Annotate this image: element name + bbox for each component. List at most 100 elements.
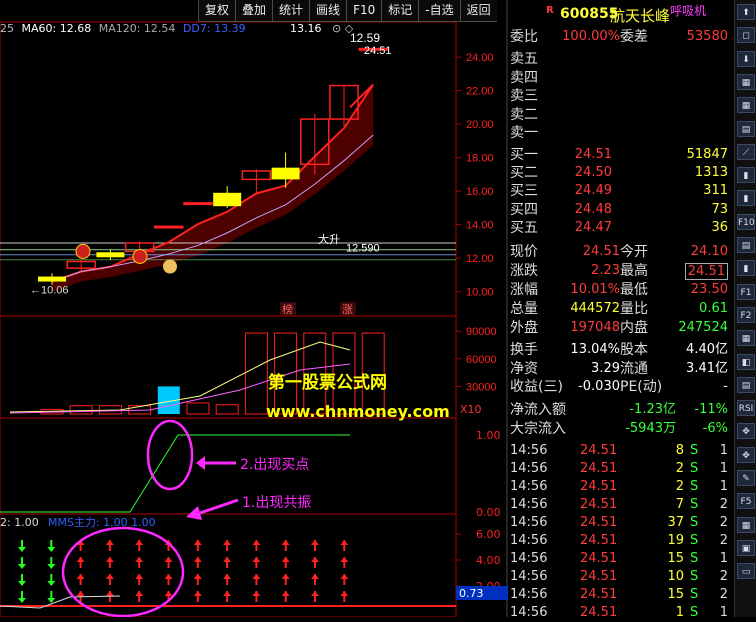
money-bag-icon bbox=[163, 259, 177, 274]
side-tool-icon[interactable]: ▮ bbox=[737, 190, 755, 207]
trade-row[interactable]: 14:56 24.51 2 S 1 bbox=[508, 478, 734, 496]
stock-header: R 600855 航天长峰 呼吸机 bbox=[508, 0, 734, 28]
trade-qty: 2 bbox=[675, 479, 684, 494]
side-tool-icon[interactable]: ◻ bbox=[737, 27, 755, 44]
trade-row[interactable]: 14:56 24.51 1 S 1 bbox=[508, 604, 734, 622]
signal-tick-label: 0.00 bbox=[476, 506, 501, 519]
quote-row: 涨跌 2.23 最高 24.51 bbox=[508, 262, 734, 280]
ma-prefix: 25 bbox=[0, 22, 14, 35]
trade-price: 24.51 bbox=[580, 533, 618, 548]
side-tool-icon[interactable]: ▤ bbox=[737, 237, 755, 253]
fundamental-label: 净资 bbox=[510, 360, 538, 377]
side-tool-icon[interactable]: ▤ bbox=[737, 376, 755, 393]
side-tool-icon[interactable]: F2 bbox=[737, 306, 755, 323]
toolbar-button-2[interactable]: 统计 bbox=[272, 0, 310, 22]
side-tool-icon[interactable]: ▤ bbox=[737, 120, 755, 137]
trade-qty: 19 bbox=[667, 533, 684, 548]
weibi-label: 委比 bbox=[510, 29, 538, 45]
quote-value: 2.23 bbox=[591, 263, 620, 278]
trade-row[interactable]: 14:56 24.51 8 S 1 bbox=[508, 442, 734, 460]
ma-line-arrows[interactable]: ⊙ ◇ bbox=[332, 22, 353, 35]
flow-value: -5943万 bbox=[625, 421, 676, 436]
trade-qty: 2 bbox=[675, 461, 684, 476]
watermark-cn: 第一股票公式网 bbox=[268, 373, 387, 393]
toolbar-button-3[interactable]: 画线 bbox=[309, 0, 347, 22]
quote-row: 现价 24.51 今开 24.10 bbox=[508, 243, 734, 261]
tag-bang: 榜 bbox=[282, 302, 293, 316]
side-tool-icon[interactable]: ⬇ bbox=[737, 50, 755, 67]
trade-side: S bbox=[690, 443, 699, 458]
side-tool-icon[interactable]: ▣ bbox=[737, 539, 755, 556]
quote-label-2: 最高 bbox=[620, 263, 648, 279]
sell-label: 卖二 bbox=[510, 106, 538, 123]
mms-left-value: 2: 1.00 bbox=[0, 516, 39, 529]
candle-body-up bbox=[154, 225, 184, 229]
trade-price: 24.51 bbox=[580, 587, 618, 602]
trade-qty: 7 bbox=[675, 497, 684, 512]
kline-chart[interactable]: 24.00 22.00 20.00 18.00 16.00 14.00 12.00 10.00… bbox=[0, 0, 508, 617]
trade-side: S bbox=[690, 461, 699, 476]
flow-row: 净流入额 -1.23亿 -11% bbox=[508, 401, 734, 419]
quote-label: 外盘 bbox=[510, 320, 538, 336]
side-tool-icon[interactable]: ▦ bbox=[737, 330, 755, 347]
trade-count: 1 bbox=[719, 443, 728, 458]
toolbar-button-4[interactable]: F10 bbox=[346, 0, 382, 22]
toolbar-button-6[interactable]: -自选 bbox=[418, 0, 460, 22]
buy-price: 24.47 bbox=[574, 219, 612, 235]
trade-qty: 8 bbox=[675, 443, 684, 458]
buy-signal-icon bbox=[132, 248, 148, 264]
side-tool-icon[interactable]: ✥ bbox=[737, 446, 755, 463]
side-tool-icon[interactable]: ✎ bbox=[737, 470, 755, 486]
fundamental-label-2: 股本 bbox=[620, 342, 648, 358]
side-tool-icon[interactable]: ▦ bbox=[737, 516, 755, 533]
price-tick-label: 20.00 bbox=[466, 119, 494, 131]
side-tool-icon[interactable]: ✥ bbox=[737, 423, 755, 440]
side-tool-icon[interactable]: F10 bbox=[737, 213, 755, 230]
trade-price: 24.51 bbox=[580, 569, 618, 584]
side-tool-icon[interactable]: ▭ bbox=[737, 563, 755, 580]
side-tool-icon[interactable]: ▦ bbox=[737, 73, 755, 90]
side-tool-icon[interactable]: ▮ bbox=[737, 260, 755, 277]
buy-qty: 1313 bbox=[694, 165, 728, 181]
toolbar-button-5[interactable]: 标记 bbox=[381, 0, 419, 22]
trade-count: 2 bbox=[719, 569, 728, 584]
ma120-label: MA120: 12.54 bbox=[98, 22, 176, 35]
side-tool-icon[interactable]: F1 bbox=[737, 283, 755, 300]
annotation-resonance: 1.出现共振 bbox=[242, 495, 312, 511]
trade-row[interactable]: 14:56 24.51 15 S 2 bbox=[508, 586, 734, 604]
sell-row: 卖二 bbox=[508, 106, 734, 124]
trade-price: 24.51 bbox=[580, 479, 618, 494]
trade-row[interactable]: 14:56 24.51 2 S 1 bbox=[508, 460, 734, 478]
trade-row[interactable]: 14:56 24.51 15 S 1 bbox=[508, 550, 734, 568]
side-tool-icon[interactable]: ▮ bbox=[737, 167, 755, 184]
toolbar-button-1[interactable]: 叠加 bbox=[235, 0, 273, 22]
quote-value-2: 24.51 bbox=[684, 263, 728, 280]
trade-row[interactable]: 14:56 24.51 7 S 2 bbox=[508, 496, 734, 514]
buy-price: 24.49 bbox=[574, 183, 612, 199]
trade-row[interactable]: 14:56 24.51 19 S 2 bbox=[508, 532, 734, 550]
volume-tick-label: 60000 bbox=[466, 354, 497, 366]
quote-label-2: 最低 bbox=[620, 282, 648, 298]
trade-row[interactable]: 14:56 24.51 10 S 2 bbox=[508, 568, 734, 586]
price-tick-label: 10.00 bbox=[466, 287, 494, 299]
toolbar-button-0[interactable]: 复权 bbox=[198, 0, 236, 22]
trade-price: 24.51 bbox=[580, 605, 618, 620]
side-tool-icon[interactable]: ▦ bbox=[737, 97, 755, 114]
side-tool-icon[interactable]: RSI bbox=[737, 400, 755, 417]
trade-row[interactable]: 14:56 24.51 37 S 2 bbox=[508, 514, 734, 532]
signal-tick-label: 1.00 bbox=[476, 429, 501, 442]
trade-price: 24.51 bbox=[580, 515, 618, 530]
fundamental-row: 净资 3.29 流通 3.41亿 bbox=[508, 360, 734, 378]
side-tool-icon[interactable]: ⟋ bbox=[737, 143, 755, 160]
sell-row: 卖四 bbox=[508, 69, 734, 87]
buy-row: 买二 24.50 1313 bbox=[508, 164, 734, 182]
toolbar-button-7[interactable]: 返回 bbox=[459, 0, 497, 22]
side-tool-icon[interactable]: ⬆ bbox=[737, 4, 755, 20]
side-tool-icon[interactable]: F5 bbox=[737, 493, 755, 510]
trade-side: S bbox=[690, 479, 699, 494]
quote-label: 现价 bbox=[510, 244, 538, 260]
sell-label: 卖五 bbox=[510, 51, 538, 67]
side-tool-icon[interactable]: ◧ bbox=[737, 353, 755, 370]
price-tick-label: 14.00 bbox=[466, 220, 494, 232]
buy-label: 买五 bbox=[510, 219, 538, 236]
